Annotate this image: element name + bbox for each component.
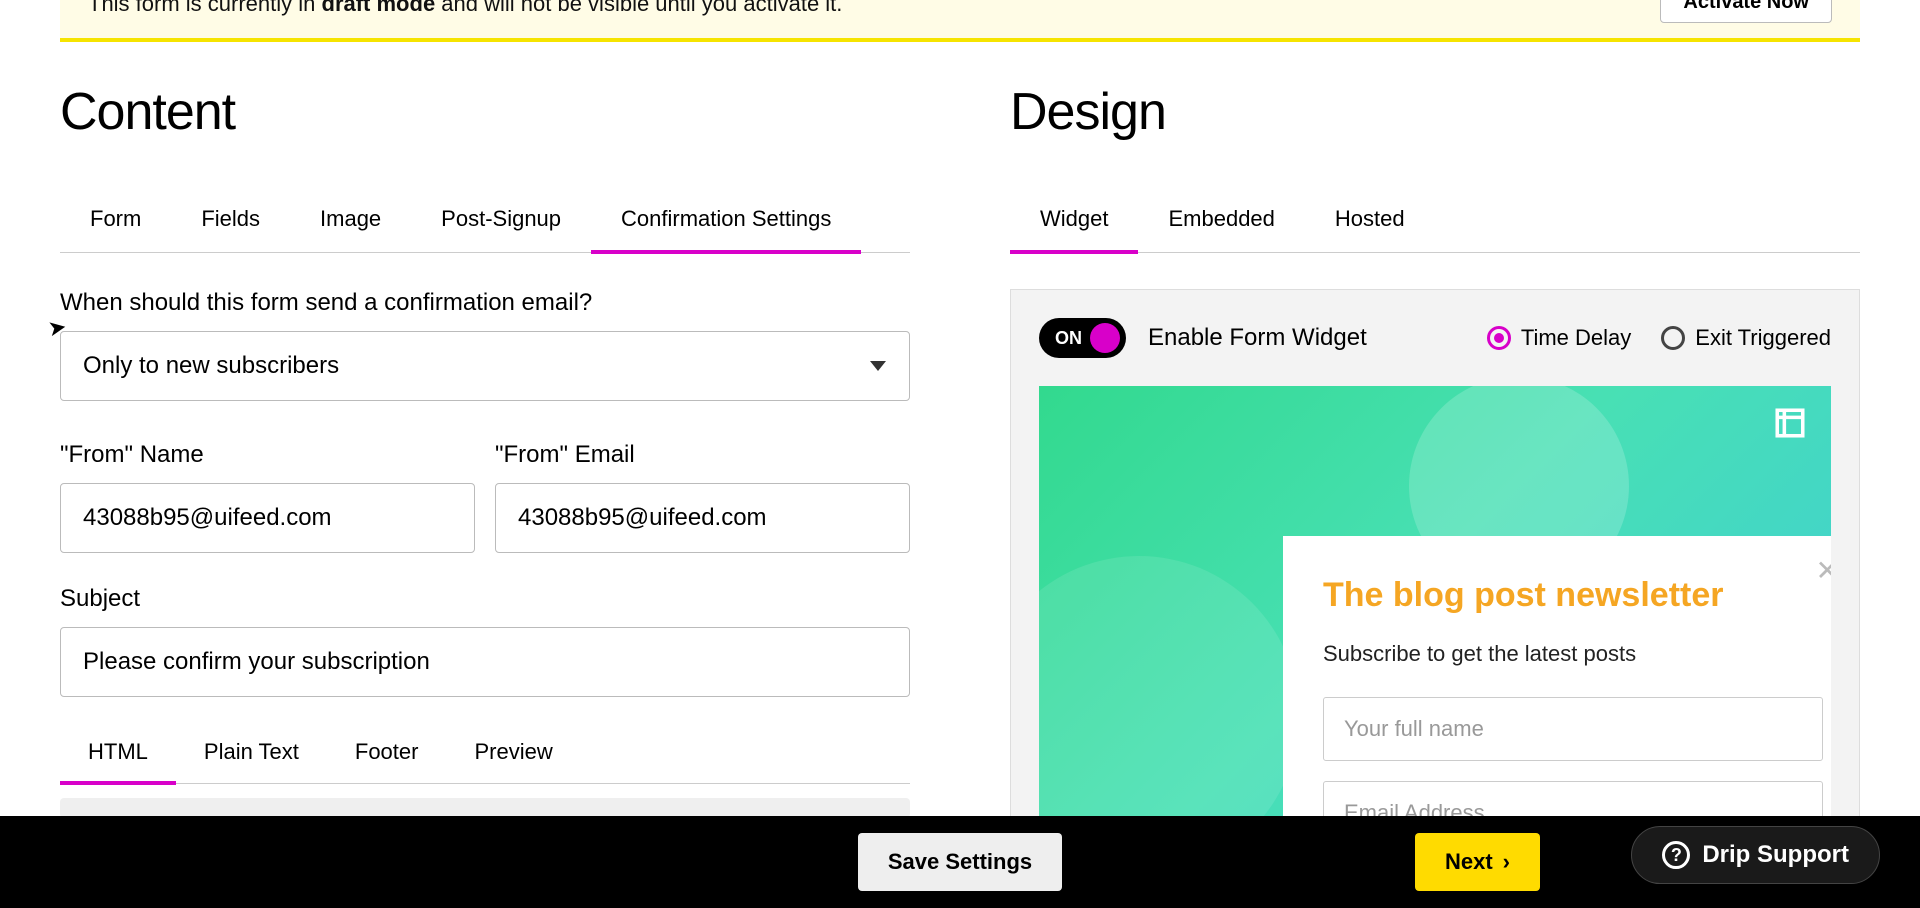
tab-confirmation-settings[interactable]: Confirmation Settings: [591, 192, 861, 254]
close-icon[interactable]: ✕: [1816, 554, 1831, 587]
editor-area[interactable]: [60, 798, 910, 818]
confirmation-value: Only to new subscribers: [60, 331, 910, 401]
confirmation-select[interactable]: Only to new subscribers: [60, 331, 910, 401]
editor-tab-html[interactable]: HTML: [60, 725, 176, 785]
radio-exit-label: Exit Triggered: [1695, 325, 1831, 351]
expand-icon[interactable]: [1773, 406, 1807, 440]
popup-title: The blog post newsletter: [1323, 576, 1823, 615]
popup-subtitle: Subscribe to get the latest posts: [1323, 641, 1823, 667]
editor-tab-preview[interactable]: Preview: [446, 725, 580, 785]
from-email-label: "From" Email: [495, 441, 910, 469]
content-tabs: Form Fields Image Post-Signup Confirmati…: [60, 192, 910, 253]
tab-post-signup[interactable]: Post-Signup: [411, 192, 591, 254]
confirmation-label: When should this form send a confirmatio…: [60, 289, 910, 317]
activate-button[interactable]: Activate Now: [1660, 0, 1832, 23]
chevron-right-icon: ›: [1503, 849, 1510, 875]
trigger-radio-group: Time Delay Exit Triggered: [1487, 325, 1831, 351]
radio-time-delay[interactable]: Time Delay: [1487, 325, 1631, 351]
content-column: Content Form Fields Image Post-Signup Co…: [60, 82, 910, 867]
editor-tabs: HTML Plain Text Footer Preview: [60, 725, 910, 784]
from-email-input[interactable]: [495, 483, 910, 553]
toggle-knob-icon: [1090, 323, 1120, 353]
tab-image[interactable]: Image: [290, 192, 411, 254]
tab-hosted[interactable]: Hosted: [1305, 192, 1435, 254]
radio-exit-triggered[interactable]: Exit Triggered: [1661, 325, 1831, 351]
content-title: Content: [60, 82, 910, 142]
help-icon: ?: [1662, 841, 1690, 869]
editor-tab-footer[interactable]: Footer: [327, 725, 447, 785]
footer-bar: Save Settings Next › ? Drip Support: [0, 816, 1920, 908]
radio-time-label: Time Delay: [1521, 325, 1631, 351]
subject-label: Subject: [60, 585, 910, 613]
design-tabs: Widget Embedded Hosted: [1010, 192, 1860, 253]
save-settings-button[interactable]: Save Settings: [858, 833, 1062, 891]
next-button[interactable]: Next ›: [1415, 833, 1540, 891]
design-panel: ON Enable Form Widget Time Delay Exit Tr…: [1010, 289, 1860, 867]
support-label: Drip Support: [1702, 841, 1849, 869]
radio-selected-icon: [1487, 326, 1511, 350]
enable-widget-toggle[interactable]: ON: [1039, 318, 1126, 358]
tab-embedded[interactable]: Embedded: [1138, 192, 1304, 254]
design-title: Design: [1010, 82, 1860, 142]
tab-widget[interactable]: Widget: [1010, 192, 1138, 254]
from-name-label: "From" Name: [60, 441, 475, 469]
banner-text: This form is currently in draft mode and…: [88, 0, 842, 17]
drip-support-button[interactable]: ? Drip Support: [1631, 826, 1880, 884]
from-name-input[interactable]: [60, 483, 475, 553]
draft-banner: This form is currently in draft mode and…: [60, 0, 1860, 42]
radio-unselected-icon: [1661, 326, 1685, 350]
subject-input[interactable]: [60, 627, 910, 697]
widget-preview: ✕ The blog post newsletter Subscribe to …: [1039, 386, 1831, 866]
next-label: Next: [1445, 849, 1493, 875]
popup-name-input[interactable]: Your full name: [1323, 697, 1823, 761]
toggle-on-label: ON: [1055, 328, 1082, 349]
tab-fields[interactable]: Fields: [171, 192, 290, 254]
tab-form[interactable]: Form: [60, 192, 171, 254]
enable-widget-label: Enable Form Widget: [1148, 324, 1367, 352]
design-column: Design Widget Embedded Hosted ON Enable …: [1010, 82, 1860, 867]
editor-tab-plain-text[interactable]: Plain Text: [176, 725, 327, 785]
chevron-down-icon: [870, 361, 886, 371]
